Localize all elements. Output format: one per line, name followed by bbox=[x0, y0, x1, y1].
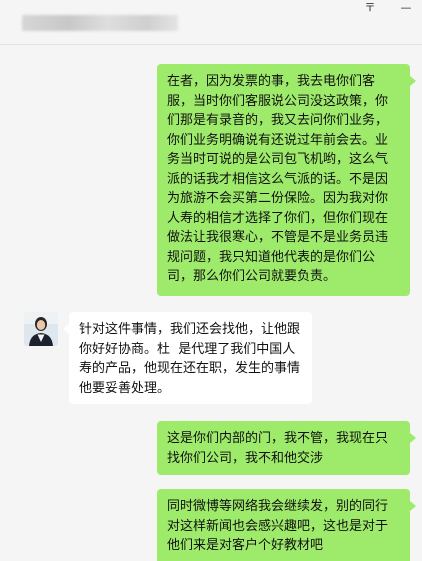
avatar[interactable] bbox=[24, 312, 58, 346]
chat-window: 〒 — 在者，因为发票的事，我去电你们客服，当时你们客服说公司没这政策，你们那是… bbox=[0, 0, 422, 561]
redacted-contact-name bbox=[22, 14, 178, 31]
pin-icon[interactable]: 〒 bbox=[360, 1, 380, 15]
title-bar: 〒 — bbox=[0, 0, 422, 45]
message-bubble-outgoing[interactable]: 在者，因为发票的事，我去电你们客服，当时你们客服说公司没这政策，你们那是有录音的… bbox=[157, 64, 416, 296]
message-bubble-outgoing[interactable]: 这是你们内部的门，我不管，我现在只找你们公司，我不和他交涉 bbox=[157, 421, 416, 475]
minimize-button[interactable]: — bbox=[396, 1, 416, 15]
agent-avatar-icon bbox=[24, 312, 58, 346]
chat-title bbox=[22, 14, 182, 32]
message-bubble-outgoing[interactable]: 同时微博等网络我会继续发，别的同行对这样新闻也会感兴趣吧，这也是对于他们来是对客… bbox=[157, 489, 416, 561]
message-bubble-incoming[interactable]: 针对这件事情，我们还会找他，让他跟你好好协商。杜 是代理了我们中国人寿的产品，他… bbox=[63, 312, 312, 404]
